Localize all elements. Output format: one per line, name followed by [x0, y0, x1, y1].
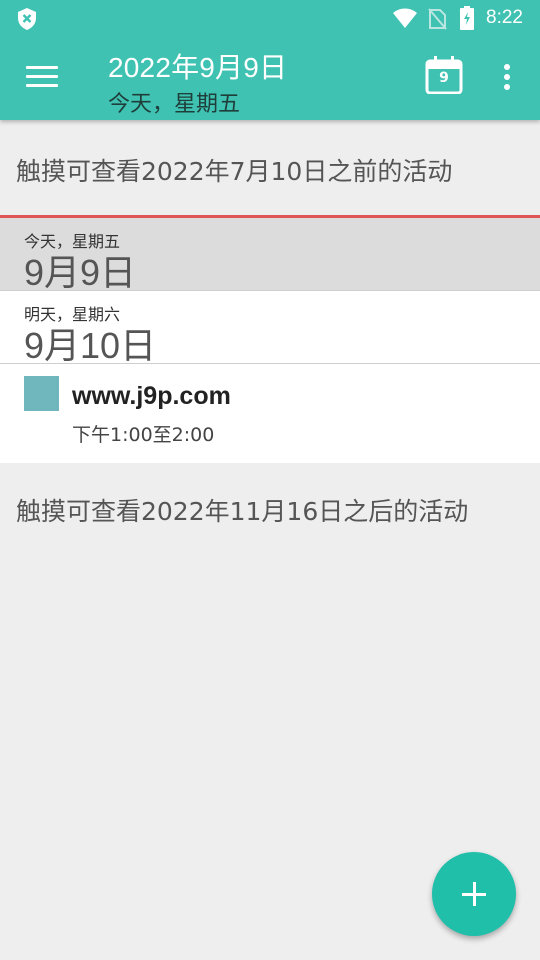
- status-bar: 8:22: [0, 0, 540, 36]
- calendar-day-number: 9: [439, 70, 449, 86]
- battery-charging-icon: [460, 6, 474, 30]
- load-earlier-events[interactable]: 触摸可查看2022年7月10日之前的活动: [16, 152, 452, 188]
- event-time: 下午1:00至2:00: [72, 424, 215, 446]
- load-later-events[interactable]: 触摸可查看2022年11月16日之后的活动: [16, 492, 468, 528]
- app-bar: 8:22 2022年9月9日 今天，星期五 9: [0, 0, 540, 120]
- event-item[interactable]: www.j9p.com 下午1:00至2:00: [0, 364, 540, 460]
- more-vert-icon[interactable]: [500, 64, 514, 94]
- menu-icon[interactable]: [26, 66, 58, 90]
- wifi-icon: [393, 8, 417, 28]
- add-event-button[interactable]: [432, 852, 516, 936]
- page-subtitle: 今天，星期五: [108, 92, 241, 117]
- no-sim-icon: [428, 8, 447, 30]
- page-title: 2022年9月9日: [108, 52, 288, 83]
- day-header-tomorrow[interactable]: 明天，星期六 9月10日: [0, 291, 540, 366]
- day-header-today[interactable]: 今天，星期五 9月9日: [0, 218, 540, 293]
- event-color-swatch: [24, 376, 59, 411]
- day-date: 9月9日: [24, 252, 137, 293]
- agenda-list: 今天，星期五 9月9日 明天，星期六 9月10日 www.j9p.com 下午1…: [0, 215, 540, 463]
- day-date: 9月10日: [24, 325, 157, 366]
- status-time: 8:22: [486, 7, 523, 28]
- shield-icon: [18, 8, 36, 30]
- event-title: www.j9p.com: [72, 382, 231, 410]
- calendar-icon[interactable]: 9: [425, 56, 463, 95]
